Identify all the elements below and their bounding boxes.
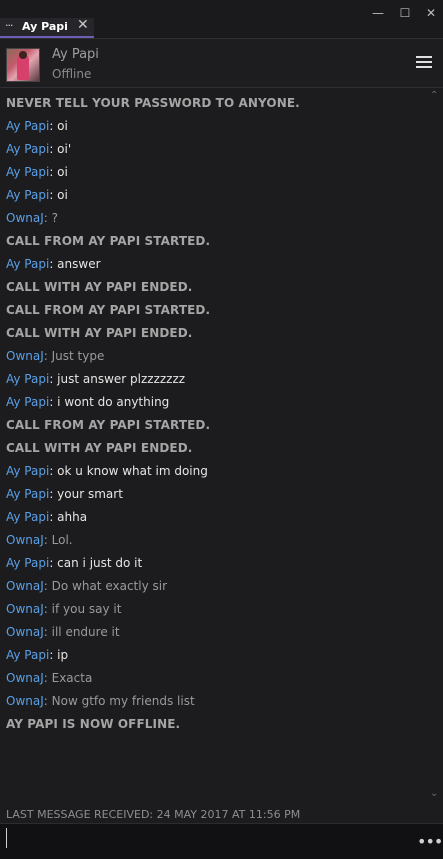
message-text: : Lol. [43,533,73,547]
system-message: CALL WITH AY PAPI ENDED. [6,326,193,340]
message-text: : ? [43,211,58,225]
contact-header: Ay Papi Offline [0,38,443,88]
contact-name: Ay Papi [52,47,99,62]
message-input[interactable] [6,828,415,848]
chat-message: Ay Papi: i wont do anything [6,394,169,410]
message-sender[interactable]: Ay Papi [6,464,49,478]
message-text: : oi [49,119,68,133]
message-sender[interactable]: Ay Papi [6,257,49,271]
system-message: AY PAPI IS NOW OFFLINE. [6,717,181,731]
system-message: CALL FROM AY PAPI STARTED. [6,303,211,317]
last-message-received: LAST MESSAGE RECEIVED: 24 MAY 2017 AT 11… [6,808,301,821]
message-sender[interactable]: Ay Papi [6,372,49,386]
tab-menu-icon[interactable]: ··· [5,19,13,32]
chat-message: Ay Papi: ip [6,647,68,663]
tab-close-icon[interactable]: ✕ [77,17,89,33]
chat-message: OwnaJ: ill endure it [6,624,120,640]
tab-ay-papi[interactable]: ··· Ay Papi ✕ [0,17,94,38]
system-message: NEVER TELL YOUR PASSWORD TO ANYONE. [6,96,300,110]
message-sender[interactable]: Ay Papi [6,188,49,202]
message-sender[interactable]: OwnaJ [6,625,44,639]
more-options-icon[interactable]: ••• [417,832,443,851]
message-text: : oi [49,165,68,179]
chat-message: Ay Papi: your smart [6,486,123,502]
chat-message: OwnaJ: ? [6,210,58,226]
message-text: : i wont do anything [49,395,170,409]
maximize-icon[interactable]: ☐ [398,6,412,20]
message-sender[interactable]: OwnaJ [6,671,44,685]
message-sender[interactable]: Ay Papi [6,487,49,501]
message-text: : your smart [49,487,123,501]
message-sender[interactable]: Ay Papi [6,165,49,179]
message-sender[interactable]: Ay Papi [6,119,49,133]
chat-message: OwnaJ: Lol. [6,532,73,548]
message-sender[interactable]: Ay Papi [6,648,49,662]
message-text: : just answer plzzzzzzz [49,372,186,386]
message-sender[interactable]: OwnaJ [6,602,44,616]
message-sender[interactable]: OwnaJ [6,211,44,225]
message-sender[interactable]: Ay Papi [6,395,49,409]
message-text: : answer [49,257,101,271]
hamburger-menu-icon[interactable] [416,56,432,70]
chat-message: Ay Papi: oi' [6,141,71,157]
message-text: : can i just do it [49,556,143,570]
chat-message: Ay Papi: oi [6,164,68,180]
message-text: : Do what exactly sir [43,579,168,593]
chat-window: ··· Ay Papi ✕ — ☐ ✕ Ay Papi Offline ⌃ ⌄ … [0,0,443,859]
message-text: : oi' [49,142,72,156]
message-sender[interactable]: OwnaJ [6,533,44,547]
message-sender[interactable]: OwnaJ [6,694,44,708]
window-close-icon[interactable]: ✕ [424,6,438,20]
message-input-area: ••• [0,823,443,859]
message-text: : oi [49,188,68,202]
chat-message: OwnaJ: Do what exactly sir [6,578,167,594]
chat-message: OwnaJ: if you say it [6,601,121,617]
message-text: : if you say it [43,602,122,616]
chat-message: Ay Papi: can i just do it [6,555,142,571]
scroll-down-icon[interactable]: ⌄ [430,788,438,799]
chat-message: Ay Papi: ahha [6,509,87,525]
message-text: : Just type [43,349,105,363]
chat-message: OwnaJ: Exacta [6,670,92,686]
chat-message: OwnaJ: Now gtfo my friends list [6,693,195,709]
message-sender[interactable]: Ay Papi [6,142,49,156]
tab-label: Ay Papi [22,20,68,33]
message-sender[interactable]: OwnaJ [6,349,44,363]
message-text: : ill endure it [43,625,120,639]
message-text: : Exacta [43,671,93,685]
chat-message: OwnaJ: Just type [6,348,104,364]
title-bar: ··· Ay Papi ✕ — ☐ ✕ [0,0,443,38]
system-message: CALL WITH AY PAPI ENDED. [6,280,193,294]
message-sender[interactable]: Ay Papi [6,510,49,524]
system-message: CALL FROM AY PAPI STARTED. [6,418,211,432]
system-message: CALL WITH AY PAPI ENDED. [6,441,193,455]
chat-message: Ay Papi: ok u know what im doing [6,463,208,479]
message-sender[interactable]: OwnaJ [6,579,44,593]
contact-status: Offline [52,67,92,81]
chat-message: Ay Papi: oi [6,187,68,203]
message-text: : Now gtfo my friends list [43,694,195,708]
chat-message: Ay Papi: answer [6,256,101,272]
system-message: CALL FROM AY PAPI STARTED. [6,234,211,248]
message-text: : ahha [49,510,88,524]
minimize-icon[interactable]: — [371,6,385,20]
chat-message: Ay Papi: just answer plzzzzzzz [6,371,185,387]
scroll-up-icon[interactable]: ⌃ [430,90,438,101]
chat-message: Ay Papi: oi [6,118,68,134]
message-sender[interactable]: Ay Papi [6,556,49,570]
message-text: : ip [49,648,69,662]
message-text: : ok u know what im doing [49,464,208,478]
chat-log[interactable]: ⌃ ⌄ NEVER TELL YOUR PASSWORD TO ANYONE. A… [0,88,443,804]
avatar[interactable] [6,48,40,82]
